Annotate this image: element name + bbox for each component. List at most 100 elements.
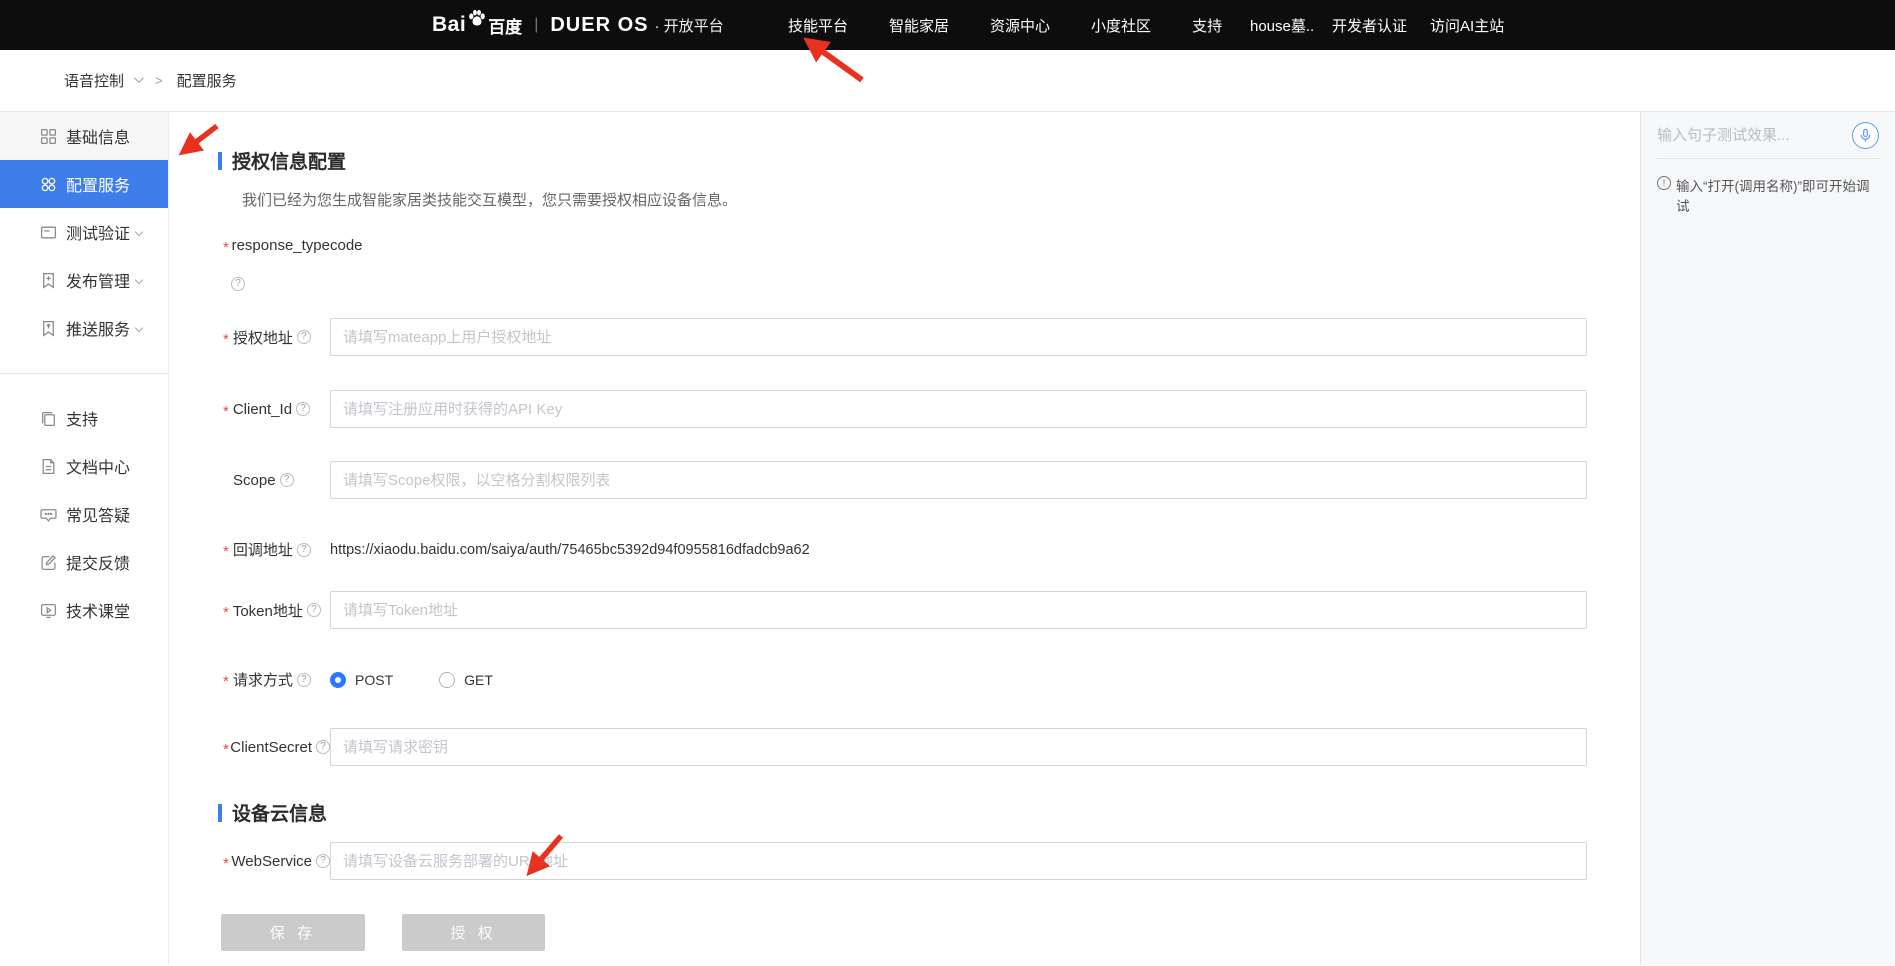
breadcrumb: 语音控制 > 配置服务: [0, 50, 1895, 112]
help-icon[interactable]: ?: [316, 854, 330, 868]
test-input-row: [1657, 122, 1879, 159]
chevron-down-icon: [135, 276, 143, 284]
required-asterisk: *: [223, 403, 229, 420]
sidebar-item-test-verify[interactable]: 测试验证: [0, 208, 168, 256]
field-label: * response_type: [223, 237, 330, 254]
field-row-scope: Scope ?: [223, 461, 1640, 499]
test-panel-tip: ! 输入“打开(调用名称)”即可开始调试: [1657, 175, 1879, 215]
breadcrumb-current: 配置服务: [177, 70, 237, 91]
field-label-text: Token地址: [233, 600, 303, 621]
help-icon[interactable]: ?: [297, 673, 311, 687]
bookmark-arrow-icon: [40, 320, 57, 337]
required-asterisk: *: [223, 855, 227, 872]
section-title-auth: 授权信息配置: [218, 147, 1640, 174]
required-asterisk: *: [223, 331, 229, 348]
client-id-input[interactable]: [330, 390, 1587, 428]
brand-logo[interactable]: Bai 百度 | DUER OS · 开放平台: [432, 0, 724, 50]
test-sentence-input[interactable]: [1657, 127, 1837, 144]
required-asterisk: *: [223, 673, 229, 690]
video-icon: [40, 602, 57, 619]
microphone-button[interactable]: [1852, 122, 1879, 149]
bookmark-plus-icon: [40, 272, 57, 289]
help-icon[interactable]: ?: [296, 402, 310, 416]
sidebar-item-label: 配置服务: [66, 172, 130, 196]
field-label: * Client_Id ?: [223, 401, 330, 418]
field-label: * WebService ?: [223, 853, 330, 870]
authorize-button[interactable]: 授 权: [402, 914, 545, 951]
nav-item-support[interactable]: 支持: [1182, 15, 1232, 36]
section-description: 我们已经为您生成智能家居类技能交互模型，您只需要授权相应设备信息。: [242, 189, 1640, 210]
radio-post[interactable]: POST: [330, 672, 393, 688]
sidebar-item-push-service[interactable]: 推送服务: [0, 304, 168, 352]
nav-item-smart-home[interactable]: 智能家居: [879, 15, 959, 36]
help-icon[interactable]: ?: [231, 277, 245, 291]
field-label: * 回调地址 ?: [223, 539, 330, 560]
field-row-webservice: * WebService ?: [223, 842, 1640, 880]
sidebar-item-tech-class[interactable]: 技术课堂: [0, 586, 168, 634]
field-label-text: Client_Id: [233, 401, 292, 418]
sidebar-item-faq[interactable]: 常见答疑: [0, 490, 168, 538]
field-label: * Token地址 ?: [223, 600, 330, 621]
sidebar-item-support[interactable]: 支持: [0, 394, 168, 442]
nav-item-xiaodu-community[interactable]: 小度社区: [1081, 15, 1161, 36]
tip-text: 输入“打开(调用名称)”即可开始调试: [1676, 175, 1879, 215]
developer-verify-link[interactable]: 开发者认证: [1327, 15, 1412, 36]
visit-ai-site-link[interactable]: 访问AI主站: [1425, 15, 1509, 36]
client-secret-input[interactable]: [330, 728, 1587, 766]
field-label-text: Scope: [233, 472, 276, 489]
sidebar-item-label: 技术课堂: [66, 598, 130, 622]
logo-divider: |: [534, 16, 538, 34]
help-icon[interactable]: ?: [297, 543, 311, 557]
top-navbar: Bai 百度 | DUER OS · 开放平台 技能平台 智能家居 资源中心 小…: [0, 0, 1895, 50]
webservice-url-input[interactable]: [330, 842, 1587, 880]
help-icon[interactable]: ?: [307, 603, 321, 617]
auth-address-input[interactable]: [330, 318, 1587, 356]
sidebar-item-doc-center[interactable]: 文档中心: [0, 442, 168, 490]
nav-item-resource-center[interactable]: 资源中心: [980, 15, 1060, 36]
field-label-text: response_type: [232, 237, 330, 254]
field-label-text: 授权地址: [233, 327, 293, 348]
sidebar-item-label: 测试验证: [66, 220, 130, 244]
section-title-device-cloud: 设备云信息: [218, 799, 1640, 826]
field-row-auth-address: * 授权地址 ?: [223, 318, 1640, 356]
help-icon[interactable]: ?: [280, 473, 294, 487]
sidebar-item-label: 发布管理: [66, 268, 130, 292]
baidu-paw-icon: [467, 9, 487, 32]
response-type-help: ?: [227, 273, 1640, 291]
response-type-value: code: [330, 237, 363, 254]
field-row-request-method: * 请求方式 ? POST GET: [223, 669, 1640, 690]
sidebar-item-label: 支持: [66, 406, 98, 430]
section-accent-bar: [218, 804, 222, 822]
save-button[interactable]: 保 存: [221, 914, 365, 951]
sidebar-item-feedback[interactable]: 提交反馈: [0, 538, 168, 586]
sidebar-item-label: 推送服务: [66, 316, 130, 340]
clover-icon: [40, 176, 57, 193]
info-icon: !: [1657, 176, 1671, 190]
copy-icon: [40, 410, 57, 427]
radio-get[interactable]: GET: [439, 672, 493, 688]
sidebar-item-label: 文档中心: [66, 454, 130, 478]
field-row-token: * Token地址 ?: [223, 591, 1640, 629]
help-icon[interactable]: ?: [297, 330, 311, 344]
required-asterisk: *: [223, 543, 229, 560]
sidebar-item-config-service[interactable]: 配置服务: [0, 160, 168, 208]
field-row-response-type: * response_type code: [223, 237, 1640, 254]
field-label: * 请求方式 ?: [223, 669, 330, 690]
token-address-input[interactable]: [330, 591, 1587, 629]
field-row-client-id: * Client_Id ?: [223, 390, 1640, 428]
required-asterisk: *: [223, 239, 228, 256]
sidebar-item-label: 常见答疑: [66, 502, 130, 526]
scope-input[interactable]: [330, 461, 1587, 499]
radio-selected-icon: [330, 672, 346, 688]
nav-item-skill-platform[interactable]: 技能平台: [778, 15, 858, 36]
user-account-menu[interactable]: house墓...: [1250, 15, 1314, 36]
breadcrumb-parent[interactable]: 语音控制: [64, 70, 124, 91]
radio-unselected-icon: [439, 672, 455, 688]
sidebar-item-label: 基础信息: [66, 124, 130, 148]
sidebar-item-publish-manage[interactable]: 发布管理: [0, 256, 168, 304]
sidebar-item-basic-info[interactable]: 基础信息: [0, 112, 168, 160]
help-icon[interactable]: ?: [316, 740, 330, 754]
callback-url-value: https://xiaodu.baidu.com/saiya/auth/7546…: [330, 542, 810, 558]
chevron-down-icon[interactable]: [134, 73, 144, 83]
logo-tagline: · 开放平台: [654, 15, 723, 36]
